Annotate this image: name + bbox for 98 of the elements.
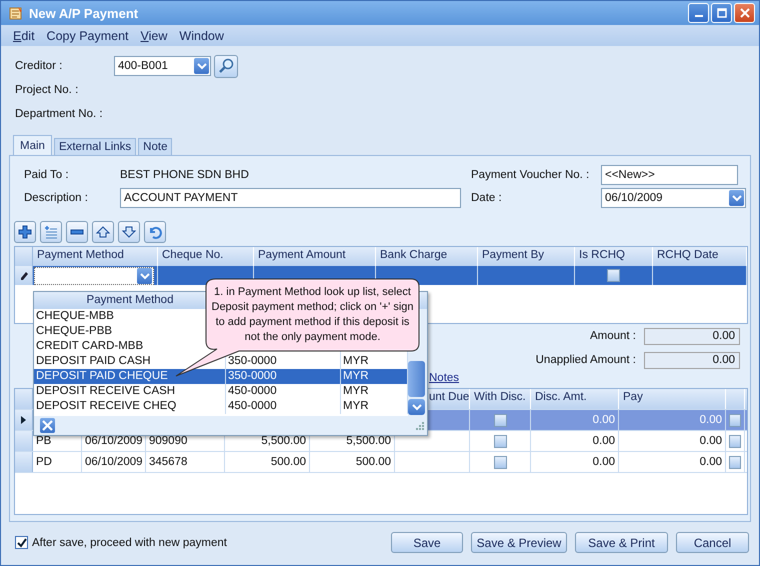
table-cell: MYR <box>343 370 369 382</box>
table-cell: CREDIT CARD-MBB <box>36 340 144 352</box>
table-cell: 0.00 <box>700 456 722 468</box>
field-label: Department No. : <box>14 108 104 120</box>
close-icon[interactable] <box>40 418 55 433</box>
app-icon <box>9 6 23 20</box>
table-cell: 345678 <box>149 456 188 468</box>
table-cell: 0.00 <box>700 435 722 447</box>
arrow-down-icon[interactable] <box>118 221 140 243</box>
table-cell: 06/10/2009 <box>85 456 143 468</box>
checkbox[interactable] <box>607 269 620 282</box>
dropdown-icon[interactable] <box>194 58 209 74</box>
date-field[interactable]: 06/10/2009 <box>601 188 746 208</box>
table-cell: MYR <box>343 385 369 397</box>
grid-row[interactable] <box>15 266 747 285</box>
checkbox[interactable] <box>494 434 506 448</box>
menu-item[interactable]: Edit <box>13 28 35 42</box>
table-cell: MYR <box>343 355 369 367</box>
search-button[interactable] <box>214 54 238 78</box>
table-cell: 350-0000 <box>228 370 277 382</box>
amount-field: 0.00 <box>644 328 740 344</box>
minus-icon[interactable] <box>66 221 88 243</box>
table-cell: 5,500.00 <box>261 435 306 447</box>
table-cell: CHEQUE-PBB <box>36 325 112 337</box>
table-cell: MYR <box>343 400 369 412</box>
table-cell: DEPOSIT RECEIVE CASH <box>36 385 176 397</box>
table-cell: 500.00 <box>270 456 306 468</box>
maximize-icon <box>716 8 726 18</box>
field-label: Creditor : <box>14 60 64 72</box>
dialog-button[interactable]: Save <box>391 532 463 553</box>
tab[interactable]: Main <box>13 135 52 155</box>
resize-grip-icon[interactable] <box>415 421 424 430</box>
menu-item[interactable]: Copy Payment <box>46 28 129 42</box>
dialog-button[interactable]: Save & Preview <box>471 532 567 553</box>
column-header[interactable]: With Disc. <box>470 389 531 409</box>
minimize-icon <box>694 15 702 17</box>
dropdown-icon[interactable] <box>137 268 152 284</box>
table-cell: 0.00 <box>592 435 615 447</box>
paid-to-value: BEST PHONE SDN BHD <box>120 168 250 180</box>
payment-method-combo[interactable] <box>34 266 154 284</box>
checkbox[interactable] <box>494 414 506 426</box>
unapplied-amount-field: 0.00 <box>644 352 740 368</box>
field-label: Paid To : <box>23 168 70 180</box>
table-cell: 909090 <box>149 435 188 447</box>
table-cell: 5,500.00 <box>346 435 391 447</box>
dialog-button[interactable]: Cancel <box>676 532 749 553</box>
table-cell: 500.00 <box>356 456 391 468</box>
scroll-down-icon[interactable] <box>408 399 425 415</box>
dropdown-icon[interactable] <box>729 190 744 206</box>
undo-icon[interactable] <box>144 221 166 243</box>
notes-link[interactable]: Notes <box>429 372 460 384</box>
table-cell: DEPOSIT RECEIVE CHEQ <box>36 400 176 412</box>
table-cell: DEPOSIT PAID CASH <box>36 355 151 367</box>
row-indicator[interactable] <box>15 266 33 285</box>
voucher-field[interactable]: <<New>> <box>601 164 738 184</box>
menu-item[interactable]: View <box>140 28 168 42</box>
table-cell: 450-0000 <box>228 400 277 412</box>
table-cell: PB <box>36 435 52 447</box>
table-cell: 0.00 <box>700 414 722 426</box>
minimize-button[interactable] <box>688 3 709 23</box>
column-header[interactable]: Disc. Amt. <box>531 389 619 409</box>
field-label: Payment Voucher No. : <box>470 168 590 180</box>
checkbox[interactable] <box>729 434 741 448</box>
menu-item[interactable]: Window <box>179 28 224 42</box>
window-title: New A/P Payment <box>29 6 138 20</box>
field-label: Project No. : <box>14 84 80 96</box>
field-label: Description : <box>23 192 89 204</box>
column-header[interactable]: Pay <box>619 389 726 409</box>
checkbox[interactable] <box>729 414 741 426</box>
field-label: Unapplied Amount : <box>536 354 636 366</box>
table-cell: 0.00 <box>592 414 615 426</box>
grid-row[interactable]: PD 06/10/2009 345678 500.00 500.00 0.00 0.00 <box>15 452 747 473</box>
field-label: Date : <box>470 192 503 204</box>
field-label: Amount : <box>590 330 636 342</box>
row-pointer-icon <box>21 416 26 424</box>
table-cell: 450-0000 <box>228 385 277 397</box>
close-icon <box>740 8 750 18</box>
tab[interactable]: External Links <box>54 138 136 155</box>
tab[interactable]: Note <box>138 138 172 155</box>
description-field[interactable]: ACCOUNT PAYMENT <box>120 188 461 208</box>
dialog-button[interactable]: Save & Print <box>575 532 668 553</box>
table-cell: CHEQUE-MBB <box>36 310 114 322</box>
checkbox-label: After save, proceed with new payment <box>32 536 227 548</box>
arrow-up-icon[interactable] <box>92 221 114 243</box>
checkbox[interactable] <box>494 456 506 468</box>
table-cell: 06/10/2009 <box>85 435 143 447</box>
creditor-combo[interactable]: 400-B001 <box>114 56 211 76</box>
table-cell: 350-0000 <box>228 355 277 367</box>
lookup-row[interactable]: DEPOSIT PAID CHEQUE 350-0000 MYR <box>34 369 408 384</box>
checkbox[interactable] <box>729 456 741 468</box>
checkbox[interactable] <box>15 536 28 549</box>
maximize-button[interactable] <box>711 3 732 23</box>
close-button[interactable] <box>734 3 755 23</box>
table-cell: 0.00 <box>592 456 615 468</box>
plus-icon[interactable] <box>14 221 36 243</box>
table-cell: PD <box>36 456 52 468</box>
row-indicator[interactable] <box>15 410 33 430</box>
table-cell: DEPOSIT PAID CHEQUE <box>36 370 168 382</box>
